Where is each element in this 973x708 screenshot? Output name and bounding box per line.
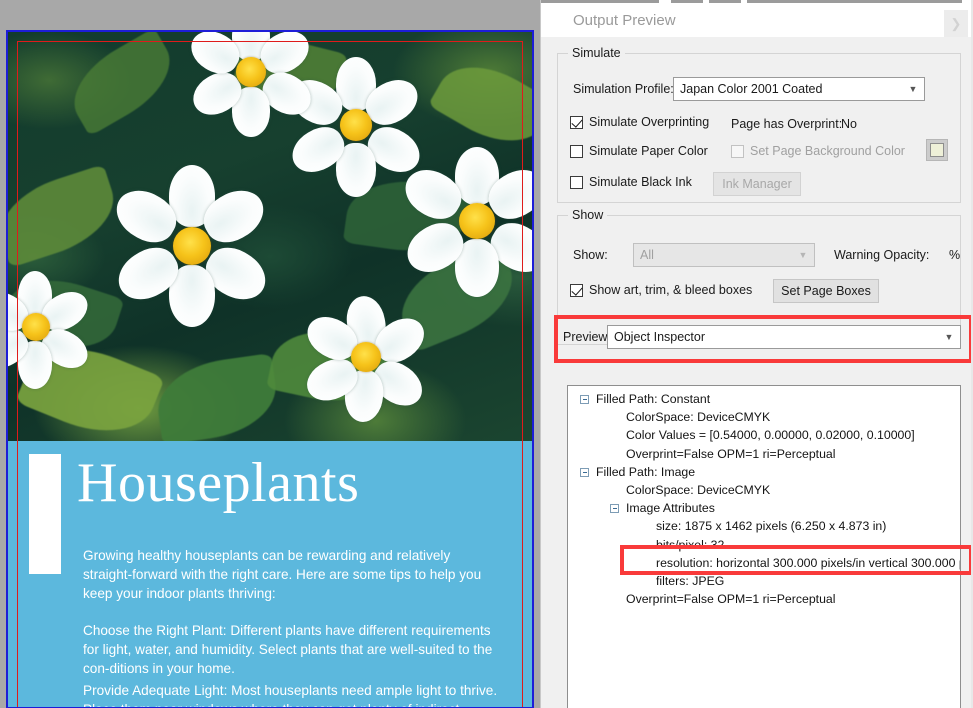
tree-expander-icon[interactable] xyxy=(610,504,619,514)
tree-row[interactable]: Color Values = [0.54000, 0.00000, 0.0200… xyxy=(626,428,915,442)
tree-row[interactable]: Overprint=False OPM=1 ri=Perceptual xyxy=(626,447,835,461)
set-page-background-color-checkbox: Set Page Background Color xyxy=(731,144,905,158)
simulate-black-ink-checkbox[interactable]: Simulate Black Ink xyxy=(570,175,692,189)
flower-bloom xyxy=(107,165,275,327)
show-page-boxes-label: Show art, trim, & bleed boxes xyxy=(589,283,753,297)
body-paragraph: Growing healthy houseplants can be rewar… xyxy=(83,548,482,601)
preview-value: Object Inspector xyxy=(614,330,706,344)
page-has-overprint-value: No xyxy=(841,117,857,131)
warning-opacity-label: Warning Opacity: xyxy=(834,248,930,262)
simulate-paper-color-checkbox[interactable]: Simulate Paper Color xyxy=(570,144,708,158)
simulate-overprinting-label: Simulate Overprinting xyxy=(589,115,710,129)
simulation-profile-label: Simulation Profile: xyxy=(573,82,674,96)
panel-title: Output Preview xyxy=(573,12,676,29)
flower-bloom xyxy=(282,57,428,197)
preview-label: Preview: xyxy=(563,330,611,344)
page-title: Houseplants xyxy=(77,452,360,514)
checkbox-box xyxy=(731,144,744,158)
object-inspector-tree[interactable]: Filled Path: Constant ColorSpace: DeviceC… xyxy=(567,385,961,708)
tree-row[interactable]: Image Attributes xyxy=(626,501,715,515)
warning-opacity-unit: % xyxy=(949,248,961,262)
checkbox-box xyxy=(570,115,583,129)
simulation-profile-value: Japan Color 2001 Coated xyxy=(680,82,823,96)
simulate-group-label: Simulate xyxy=(568,46,625,60)
flower-bloom xyxy=(396,147,533,297)
document-canvas[interactable]: Houseplants Growing healthy houseplants … xyxy=(0,0,540,708)
color-swatch-fill xyxy=(930,143,944,157)
tree-row[interactable]: Filled Path: Constant xyxy=(596,392,710,406)
body-paragraph: Provide Adequate Light: Most houseplants… xyxy=(83,683,498,708)
set-page-background-color-label: Set Page Background Color xyxy=(750,144,905,158)
show-page-boxes-checkbox[interactable]: Show art, trim, & bleed boxes xyxy=(570,283,752,297)
preview-dropdown[interactable]: Object Inspector ▼ xyxy=(607,325,961,349)
checkbox-box xyxy=(570,144,583,158)
body-paragraph: Choose the Right Plant: Different plants… xyxy=(83,623,493,676)
ink-manager-button: Ink Manager xyxy=(713,172,801,196)
panel-body: Simulate Simulation Profile: Japan Color… xyxy=(541,37,973,708)
show-group-label: Show xyxy=(568,208,608,222)
tree-row[interactable]: ColorSpace: DeviceCMYK xyxy=(626,410,770,424)
page-photo-image xyxy=(7,31,533,441)
simulation-profile-dropdown[interactable]: Japan Color 2001 Coated ▼ xyxy=(673,77,925,101)
simulate-overprinting-checkbox[interactable]: Simulate Overprinting xyxy=(570,115,709,129)
checkbox-box xyxy=(570,283,583,297)
tree-expander-icon[interactable] xyxy=(580,467,589,477)
tab-segment[interactable] xyxy=(747,0,962,3)
chevron-down-icon: ▼ xyxy=(798,250,808,260)
panel-header: Output Preview ❯ xyxy=(541,4,973,38)
tree-row[interactable]: bits/pixel: 32 xyxy=(656,538,724,552)
flower-bloom xyxy=(299,293,433,424)
checkbox-box xyxy=(570,175,583,189)
tab-segment[interactable] xyxy=(671,0,703,3)
page-background-color-swatch[interactable] xyxy=(926,139,948,161)
tab-segment[interactable] xyxy=(541,0,659,3)
show-value: All xyxy=(640,248,654,262)
pdf-page[interactable]: Houseplants Growing healthy houseplants … xyxy=(6,30,534,708)
show-label: Show: xyxy=(573,248,608,262)
simulate-black-ink-label: Simulate Black Ink xyxy=(589,175,692,189)
tree-expander-icon[interactable] xyxy=(580,395,589,404)
chevron-right-icon[interactable]: ❯ xyxy=(944,10,968,38)
tree-row[interactable]: Overprint=False OPM=1 ri=Perceptual xyxy=(626,592,835,606)
tree-row[interactable]: ColorSpace: DeviceCMYK xyxy=(626,483,770,497)
page-blue-band: Houseplants Growing healthy houseplants … xyxy=(7,441,533,708)
show-dropdown: All ▼ xyxy=(633,243,815,267)
tree-row[interactable]: size: 1875 x 1462 pixels (6.250 x 4.873 … xyxy=(656,519,886,533)
tree-row[interactable]: Filled Path: Image xyxy=(596,465,695,479)
tree-row[interactable]: resolution: horizontal 300.000 pixels/in… xyxy=(656,556,960,570)
page-has-overprint-label: Page has Overprint: xyxy=(731,117,843,131)
white-accent-bar xyxy=(29,454,61,574)
simulate-paper-color-label: Simulate Paper Color xyxy=(589,144,708,158)
chevron-down-icon: ▼ xyxy=(908,84,918,94)
output-preview-panel: Output Preview ❯ Simulate Simulation Pro… xyxy=(540,0,973,708)
chevron-down-icon: ▼ xyxy=(944,332,954,342)
tab-segment[interactable] xyxy=(709,0,741,3)
set-page-boxes-button[interactable]: Set Page Boxes xyxy=(773,279,879,303)
tree-row[interactable]: filters: JPEG xyxy=(656,574,724,588)
